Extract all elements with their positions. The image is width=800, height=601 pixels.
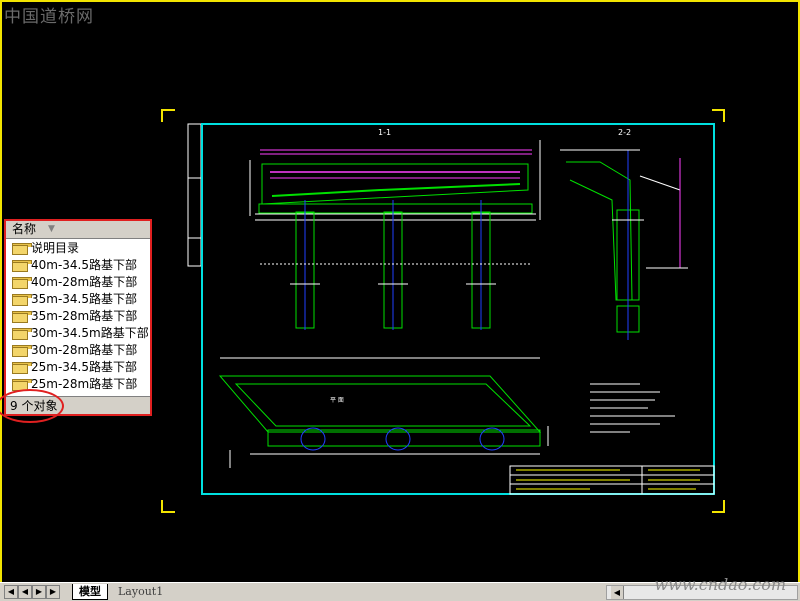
title-strip	[187, 123, 202, 267]
watermark-top: 中国道桥网	[4, 7, 94, 27]
plan-view	[218, 357, 549, 468]
crop-marks	[161, 109, 725, 513]
plan-label: 平 面	[330, 397, 344, 404]
notes-block	[590, 383, 675, 433]
folder-panel: 名称 ▼ 说明目录 40m-34.5路基下部 40m-28m路基下部 35m-3…	[4, 219, 152, 416]
tab-layout1[interactable]: Layout1	[112, 584, 169, 599]
folder-icon	[12, 260, 32, 272]
folder-label: 35m-34.5路基下部	[31, 292, 138, 306]
folder-icon	[12, 345, 32, 357]
next-tab-icon[interactable]: ▶	[32, 585, 46, 599]
folder-item-0[interactable]: 说明目录	[6, 240, 150, 257]
folder-item-1[interactable]: 40m-34.5路基下部	[6, 257, 150, 274]
folder-label: 说明目录	[31, 241, 80, 255]
title-block-text	[516, 469, 700, 490]
elevation-view	[249, 140, 541, 330]
name-column-label: 名称	[12, 222, 37, 236]
tab-model[interactable]: 模型	[72, 584, 108, 600]
folder-item-5[interactable]: 30m-34.5m路基下部	[6, 325, 150, 342]
folder-icon	[12, 294, 32, 306]
folder-label: 35m-28m路基下部	[31, 309, 138, 323]
first-tab-icon[interactable]: ◀	[4, 585, 18, 599]
folder-item-3[interactable]: 35m-34.5路基下部	[6, 291, 150, 308]
folder-label: 25m-34.5路基下部	[31, 360, 138, 374]
last-tab-icon[interactable]: ▶	[46, 585, 60, 599]
section-1-label: 1-1	[378, 128, 391, 137]
folder-label: 40m-34.5路基下部	[31, 258, 138, 272]
folder-icon	[12, 362, 32, 374]
section-2-label: 2-2	[618, 128, 631, 137]
folder-icon	[12, 311, 32, 323]
name-column-header[interactable]: 名称 ▼	[6, 221, 150, 239]
watermark-bottom: www.cndao.com	[654, 575, 786, 594]
prev-tab-icon[interactable]: ◀	[18, 585, 32, 599]
folder-item-2[interactable]: 40m-28m路基下部	[6, 274, 150, 291]
folder-item-4[interactable]: 35m-28m路基下部	[6, 308, 150, 325]
folder-icon	[12, 277, 32, 289]
sort-arrow-icon: ▼	[48, 224, 55, 234]
sheet-border	[201, 123, 715, 495]
scroll-left-icon[interactable]: ◀	[611, 586, 624, 599]
folder-label: 30m-34.5m路基下部	[31, 326, 149, 340]
folder-item-6[interactable]: 30m-28m路基下部	[6, 342, 150, 359]
folder-icon	[12, 328, 32, 340]
cross-section-view	[560, 149, 688, 340]
folder-item-7[interactable]: 25m-34.5路基下部	[6, 359, 150, 376]
folder-list: 说明目录 40m-34.5路基下部 40m-28m路基下部 35m-34.5路基…	[6, 239, 150, 393]
folder-label: 40m-28m路基下部	[31, 275, 138, 289]
folder-icon	[12, 243, 32, 255]
folder-label: 30m-28m路基下部	[31, 343, 138, 357]
